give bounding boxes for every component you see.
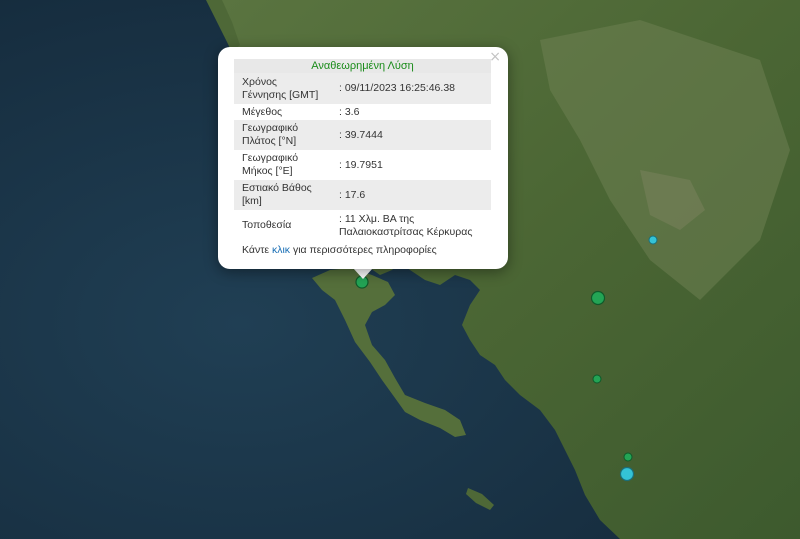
row-value: : 11 Χλμ. ΒΑ της Παλαιοκαστρίτσας Κέρκυρ… (339, 212, 473, 238)
more-prefix: Κάντε (242, 244, 272, 256)
row-value: : 19.7951 (339, 158, 383, 171)
row-value: : 3.6 (339, 105, 360, 118)
row-key: Τοποθεσία (242, 219, 292, 231)
table-row: Χρόνος Γέννησης [GMT] : 09/11/2023 16:25… (234, 73, 491, 104)
earthquake-marker[interactable] (623, 452, 633, 462)
earthquake-marker[interactable] (648, 235, 658, 245)
earthquake-marker[interactable] (590, 290, 606, 306)
row-key: Μέγεθος (242, 105, 283, 118)
earthquake-popup: × Αναθεωρημένη Λύση Χρόνος Γέννησης [GMT… (218, 47, 508, 269)
row-key: Γεωγραφικό Μήκος [°E] (242, 152, 299, 177)
popup-title: Αναθεωρημένη Λύση (234, 59, 491, 73)
more-info-link[interactable]: κλικ (272, 244, 290, 256)
close-icon[interactable]: × (489, 50, 501, 64)
earthquake-marker[interactable] (592, 374, 602, 384)
quake-details-table: Χρόνος Γέννησης [GMT] : 09/11/2023 16:25… (234, 73, 491, 241)
more-suffix: για περισσότερες πληροφορίες (290, 244, 437, 256)
table-row: Γεωγραφικό Πλάτος [°N] : 39.7444 (234, 120, 491, 150)
popup-tip (353, 268, 373, 279)
table-row: Γεωγραφικό Μήκος [°E] : 19.7951 (234, 150, 491, 180)
row-key: Γεωγραφικό Πλάτος [°N] (242, 122, 299, 147)
table-row: Μέγεθος : 3.6 (234, 104, 491, 120)
row-value: : 39.7444 (339, 128, 383, 141)
more-info-text: Κάντε κλικ για περισσότερες πληροφορίες (242, 244, 437, 256)
row-value: : 17.6 (339, 188, 366, 201)
row-value: : 09/11/2023 16:25:46.38 (339, 82, 455, 94)
table-row: Εστιακό Βάθος [km] : 17.6 (234, 180, 491, 210)
row-key: Εστιακό Βάθος [km] (242, 182, 312, 207)
earthquake-marker[interactable] (619, 466, 635, 482)
table-row: Τοποθεσία : 11 Χλμ. ΒΑ της Παλαιοκαστρίτ… (234, 210, 491, 241)
row-key: Χρόνος Γέννησης [GMT] (242, 75, 319, 101)
